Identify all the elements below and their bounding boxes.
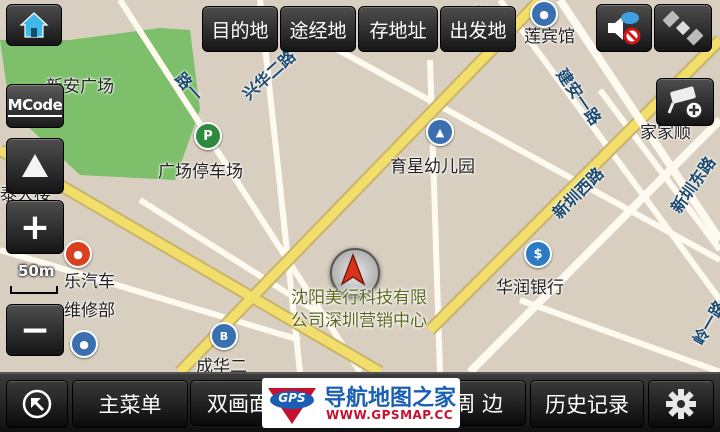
back-button[interactable] xyxy=(6,380,68,428)
settings-icon xyxy=(666,389,696,419)
bank-poi-icon[interactable]: $ xyxy=(524,240,552,268)
scale-indicator: 50m xyxy=(6,258,62,302)
place-label-kindergarten: 育星幼儿园 xyxy=(390,157,475,177)
place-label-repair: 维修部 xyxy=(64,301,115,321)
waypoint-button[interactable]: 途经地 xyxy=(280,6,356,52)
service-poi-icon[interactable]: ● xyxy=(70,330,98,358)
back-arrow-icon xyxy=(22,389,52,419)
history-button[interactable]: 历史记录 xyxy=(530,380,644,428)
destination-button[interactable]: 目的地 xyxy=(202,6,278,52)
camera-add-button[interactable] xyxy=(656,78,714,126)
watermark-logo-text: GPS xyxy=(278,391,306,405)
map-mode-button[interactable]: MCode xyxy=(6,84,64,128)
destination-label-line-1: 沈阳美行科技有限 xyxy=(291,288,427,308)
save-address-button[interactable]: 存地址 xyxy=(358,6,438,52)
parking-poi-icon[interactable]: P xyxy=(194,122,222,150)
main-menu-button[interactable]: 主菜单 xyxy=(72,380,188,428)
place-label-auto: 乐汽车 xyxy=(64,272,115,292)
north-up-icon xyxy=(22,154,48,177)
place-label-plaza-parking: 广场停车场 xyxy=(158,162,243,182)
camera-add-icon xyxy=(667,86,703,119)
zoom-out-icon: − xyxy=(19,309,51,351)
destination-label: 沈阳美行科技有限 公司深圳营销中心 xyxy=(276,287,442,333)
watermark: GPS 导航地图之家 WWW.GPSMAP.CC xyxy=(262,378,460,428)
place-label-huarun-bank: 华润银行 xyxy=(496,278,564,298)
zoom-in-icon: + xyxy=(19,206,51,248)
scale-label: 50m xyxy=(18,262,55,280)
north-up-button[interactable] xyxy=(6,138,64,194)
settings-button[interactable] xyxy=(648,380,714,428)
hotel-poi-icon[interactable]: ● xyxy=(530,0,558,28)
zoom-in-button[interactable]: + xyxy=(6,200,64,254)
mute-icon xyxy=(608,12,641,45)
scale-bar xyxy=(10,286,58,294)
bus-poi-icon[interactable]: B xyxy=(210,322,238,350)
home-button[interactable] xyxy=(6,4,62,46)
mute-button[interactable] xyxy=(596,4,652,52)
school-poi-icon[interactable]: ▲ xyxy=(426,118,454,146)
watermark-url: WWW.GPSMAP.CC xyxy=(326,408,454,422)
map-mode-label: MCode xyxy=(7,96,63,117)
gps-satellite-icon xyxy=(663,10,703,46)
auto-poi-icon[interactable]: ● xyxy=(64,240,92,268)
zoom-out-button[interactable]: − xyxy=(6,304,64,356)
navigation-screen: 兴华二路 路一 建安一路 新圳西路 新圳东路 岭一路 新安广场 广场停车场 育星… xyxy=(0,0,720,432)
departure-button[interactable]: 出发地 xyxy=(440,6,516,52)
home-icon xyxy=(19,12,49,38)
gps-status-button[interactable] xyxy=(654,4,712,52)
destination-label-line-2: 公司深圳营销中心 xyxy=(291,311,427,331)
